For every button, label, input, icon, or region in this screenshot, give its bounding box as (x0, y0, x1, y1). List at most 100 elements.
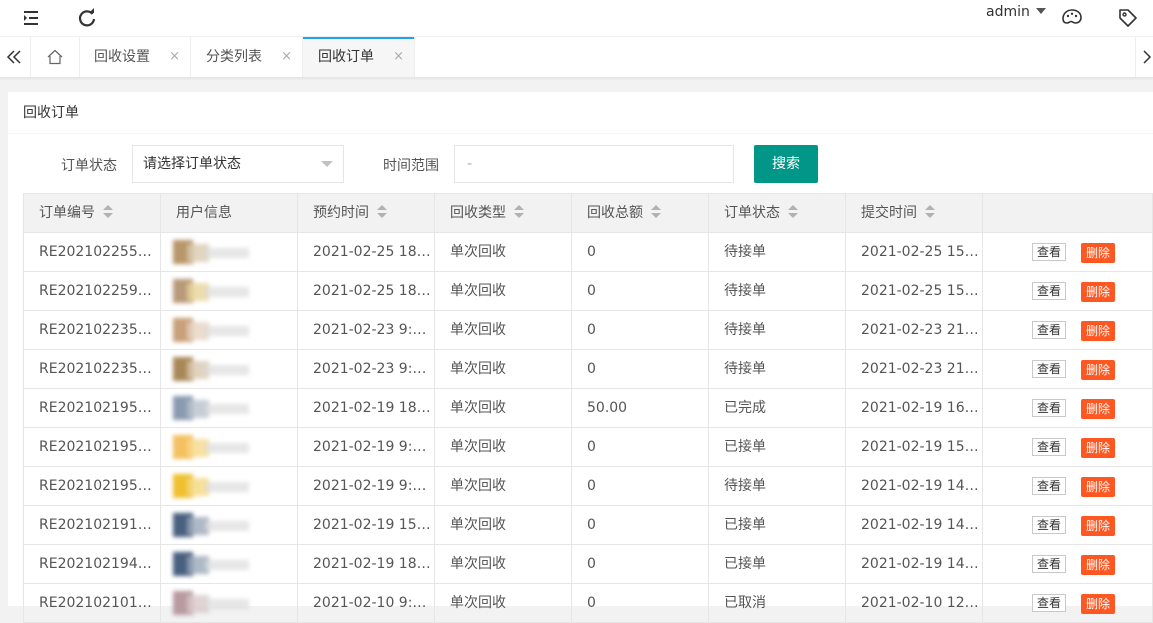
col-type[interactable]: 回收类型 (434, 194, 571, 232)
sort-icon[interactable] (103, 205, 113, 219)
avatar (173, 552, 253, 578)
user-name: admin (986, 4, 1030, 20)
top-header: admin (0, 0, 1153, 37)
view-button[interactable]: 查看 (1032, 594, 1066, 612)
user-menu[interactable]: admin (986, 4, 1046, 22)
avatar (173, 513, 253, 539)
order-no-cell: RE202102195… (23, 389, 160, 427)
tab-scroll-left-button[interactable] (0, 37, 31, 77)
view-button[interactable]: 查看 (1032, 555, 1066, 573)
view-button[interactable]: 查看 (1032, 477, 1066, 495)
status-cell: 已接单 (708, 506, 845, 544)
table-row: RE202102195… 2021-02-19 9:… 单次回收 0 待接单 2021-0… (23, 467, 1153, 506)
view-button[interactable]: 查看 (1032, 516, 1066, 534)
sort-icon[interactable] (377, 205, 387, 219)
status-filter-label: 订单状态 (61, 158, 117, 174)
delete-button[interactable]: 删除 (1081, 516, 1115, 536)
order-no-cell: RE202102255… (23, 233, 160, 271)
sort-icon[interactable] (651, 205, 661, 219)
order-no-cell: RE202102235… (23, 350, 160, 388)
view-button[interactable]: 查看 (1032, 438, 1066, 456)
sort-icon[interactable] (925, 205, 935, 219)
type-cell: 单次回收 (434, 545, 571, 583)
avatar (173, 396, 253, 422)
tab-label: 回收设置 (94, 49, 150, 65)
view-button[interactable]: 查看 (1032, 243, 1066, 261)
search-button[interactable]: 搜索 (754, 145, 818, 183)
table-row: RE202102101… 2021-02-10 9:… 单次回收 0 已取消 2021-0… (23, 584, 1153, 623)
avatar (173, 435, 253, 461)
appoint-time-cell: 2021-02-25 18… (297, 233, 434, 271)
menu-fold-icon[interactable] (20, 6, 44, 30)
col-amount[interactable]: 回收总额 (571, 194, 708, 232)
avatar (173, 357, 253, 383)
view-button[interactable]: 查看 (1032, 282, 1066, 300)
view-button[interactable]: 查看 (1032, 360, 1066, 378)
table-row: RE202102259… 2021-02-25 18… 单次回收 0 待接单 2021-0… (23, 272, 1153, 311)
status-cell: 待接单 (708, 272, 845, 310)
tab-home[interactable] (31, 37, 80, 77)
delete-button[interactable]: 删除 (1081, 360, 1115, 380)
type-cell: 单次回收 (434, 233, 571, 271)
user-info-cell (160, 584, 297, 622)
status-select-value: 请选择订单状态 (143, 156, 241, 172)
close-icon[interactable]: × (281, 37, 292, 77)
close-icon[interactable]: × (169, 37, 180, 77)
card-title: 回收订单 (8, 92, 1153, 134)
tag-icon[interactable] (1116, 6, 1140, 30)
time-range-input[interactable]: - (454, 145, 734, 183)
double-chevron-right-icon (1143, 50, 1152, 64)
delete-button[interactable]: 删除 (1081, 477, 1115, 497)
view-button[interactable]: 查看 (1032, 321, 1066, 339)
tab-category-list[interactable]: 分类列表 × (191, 37, 303, 77)
sort-icon[interactable] (514, 205, 524, 219)
actions-cell: 查看 删除 (982, 545, 1153, 583)
status-cell: 已取消 (708, 584, 845, 622)
tab-scroll-right-button[interactable] (1135, 37, 1153, 77)
appoint-time-cell: 2021-02-19 9:… (297, 428, 434, 466)
tab-recycle-settings[interactable]: 回收设置 × (79, 37, 191, 77)
delete-button[interactable]: 删除 (1081, 282, 1115, 302)
status-cell: 待接单 (708, 311, 845, 349)
col-appoint-time[interactable]: 预约时间 (297, 194, 434, 232)
col-submit-time[interactable]: 提交时间 (845, 194, 982, 232)
close-icon[interactable]: × (393, 37, 404, 77)
submit-time-cell: 2021-02-19 14… (845, 506, 982, 544)
type-cell: 单次回收 (434, 428, 571, 466)
user-info-cell (160, 311, 297, 349)
col-status[interactable]: 订单状态 (708, 194, 845, 232)
tab-recycle-orders[interactable]: 回收订单 × (303, 37, 415, 77)
appoint-time-cell: 2021-02-23 9:… (297, 311, 434, 349)
delete-button[interactable]: 删除 (1081, 438, 1115, 458)
refresh-icon[interactable] (75, 6, 99, 30)
actions-cell: 查看 删除 (982, 584, 1153, 622)
palette-icon[interactable] (1060, 6, 1084, 30)
user-info-cell (160, 506, 297, 544)
order-no-cell: RE202102235… (23, 311, 160, 349)
sort-icon[interactable] (788, 205, 798, 219)
table-row: RE202102194… 2021-02-19 18… 单次回收 0 已接单 2021-0… (23, 545, 1153, 584)
order-no-cell: RE202102101… (23, 584, 160, 622)
user-info-cell (160, 233, 297, 271)
amount-cell: 0 (571, 467, 708, 505)
avatar (173, 240, 253, 266)
tab-label: 回收订单 (318, 49, 374, 65)
delete-button[interactable]: 删除 (1081, 555, 1115, 575)
order-no-cell: RE202102259… (23, 272, 160, 310)
view-button[interactable]: 查看 (1032, 399, 1066, 417)
appoint-time-cell: 2021-02-23 9:… (297, 350, 434, 388)
delete-button[interactable]: 删除 (1081, 594, 1115, 614)
type-cell: 单次回收 (434, 311, 571, 349)
delete-button[interactable]: 删除 (1081, 321, 1115, 341)
user-info-cell (160, 272, 297, 310)
col-order-no[interactable]: 订单编号 (23, 194, 160, 232)
delete-button[interactable]: 删除 (1081, 399, 1115, 419)
avatar (173, 474, 253, 500)
amount-cell: 0 (571, 428, 708, 466)
delete-button[interactable]: 删除 (1081, 243, 1115, 263)
amount-cell: 0 (571, 311, 708, 349)
amount-cell: 50.00 (571, 389, 708, 427)
type-cell: 单次回收 (434, 506, 571, 544)
status-cell: 已接单 (708, 428, 845, 466)
status-select[interactable]: 请选择订单状态 (132, 145, 344, 183)
